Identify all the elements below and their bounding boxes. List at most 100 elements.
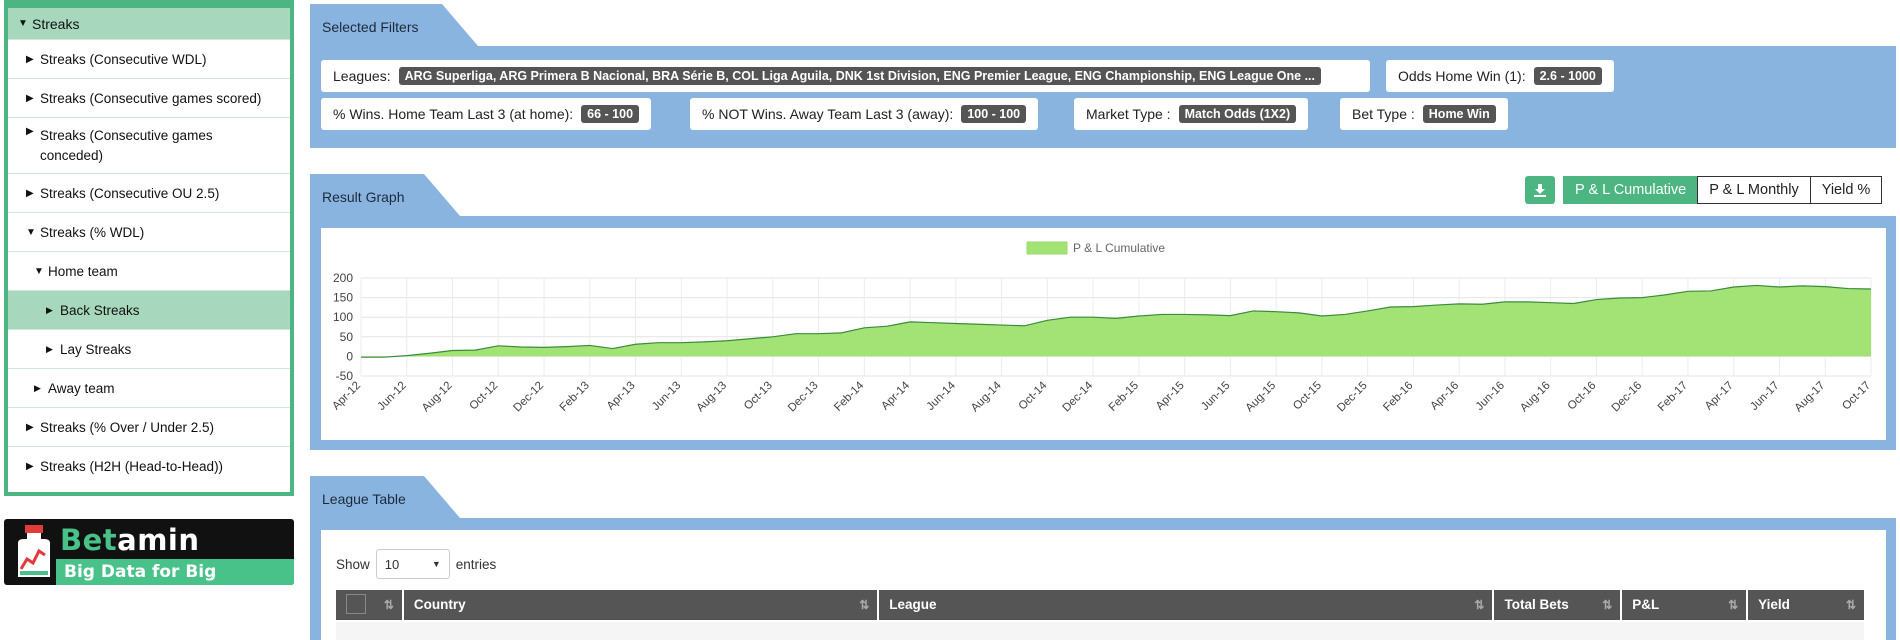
table-row[interactable]: [336, 622, 1864, 640]
x-tick-label: Jun-14: [925, 379, 959, 413]
caret-down-icon: ▼: [26, 226, 36, 238]
x-tick-label: Aug-17: [1793, 380, 1828, 415]
filter-label: % NOT Wins. Away Team Last 3 (away):: [702, 106, 954, 122]
sidebar-item-label: Streaks (Consecutive OU 2.5): [40, 185, 220, 201]
betamin-builder-logo[interactable]: Betamin Builder Big Data for Big Winners: [4, 519, 294, 585]
column-header-label: Country: [413, 597, 466, 612]
pl-monthly-button[interactable]: P & L Monthly: [1697, 176, 1811, 204]
x-tick-label: Dec-14: [1061, 379, 1096, 414]
x-tick-label: Feb-14: [832, 379, 867, 414]
y-tick-label: 200: [333, 271, 353, 285]
entries-select[interactable]: 10 ▼: [375, 549, 450, 579]
sort-icon: ⇅: [859, 598, 870, 612]
sidebar-header-streaks[interactable]: ▼ Streaks: [8, 0, 290, 40]
result-graph-panel: P & L Cumulative -50 0 50 100 150 200 Apr-12 Jun…: [310, 216, 1896, 450]
legend-label: P & L Cumulative: [1073, 241, 1165, 255]
show-label: Show: [336, 556, 370, 572]
sidebar-header-label: Streaks: [32, 15, 80, 32]
sort-icon: ⇅: [1728, 598, 1739, 612]
bottle-chart-icon: [18, 525, 50, 577]
caret-right-icon: ▶: [26, 53, 34, 65]
sidebar-item-label: Streaks (Consecutive WDL): [40, 51, 207, 67]
sidebar-item-over-under[interactable]: ▶ Streaks (% Over / Under 2.5): [8, 408, 290, 447]
league-table-tab: League Table: [310, 476, 460, 518]
filter-chip-bet-type: Bet Type : Home Win: [1340, 98, 1508, 130]
caret-right-icon: ▶: [34, 382, 41, 393]
sidebar-item-percent-wdl[interactable]: ▼ Streaks (% WDL): [8, 213, 290, 252]
pl-cumulative-button[interactable]: P & L Cumulative: [1563, 176, 1699, 204]
filter-label: Market Type :: [1086, 106, 1171, 122]
x-tick-label: Oct-15: [1291, 380, 1324, 413]
sidebar-item-label: Streaks (% Over / Under 2.5): [40, 419, 215, 435]
selected-filters-panel: Leagues: ARG Superliga, ARG Primera B Na…: [310, 46, 1896, 148]
y-tick-label: 150: [333, 291, 353, 305]
sidebar-item-label: Streaks (Consecutive games conceded): [40, 127, 213, 163]
x-tick-label: Dec-13: [786, 380, 821, 415]
pl-area: [361, 285, 1871, 358]
chart-container: P & L Cumulative -50 0 50 100 150 200 Apr-12 Jun…: [321, 228, 1886, 440]
sidebar-item-lay-streaks[interactable]: ▶ Lay Streaks: [8, 330, 290, 369]
filter-value: 2.6 - 1000: [1533, 67, 1602, 85]
column-header-total-bets[interactable]: Total Bets ⇅: [1494, 590, 1621, 620]
sidebar-item-back-streaks[interactable]: ▶ Back Streaks: [8, 291, 290, 330]
caret-down-icon: ▼: [18, 18, 28, 29]
logo-tagline: Big Data for Big Winners: [56, 559, 294, 585]
x-tick-label: Jun-15: [1199, 380, 1232, 413]
column-header-country[interactable]: Country ⇅: [403, 590, 878, 620]
x-tick-label: Apr-14: [879, 379, 912, 412]
caret-right-icon: ▶: [26, 187, 34, 199]
league-table-header: ⇅ Country ⇅ League ⇅ Total Bets ⇅ P&L ⇅ …: [336, 590, 1864, 620]
x-tick-label: Oct-17: [1840, 380, 1873, 413]
sidebar-item-label: Streaks (% WDL): [40, 224, 145, 240]
x-tick-label: Dec-15: [1335, 380, 1370, 415]
column-header-yield[interactable]: Yield ⇅: [1748, 590, 1864, 620]
x-tick-label: Aug-16: [1518, 380, 1553, 415]
selected-filters-title: Selected Filters: [322, 19, 419, 35]
x-tick-label: Apr-13: [605, 380, 638, 413]
column-header-league[interactable]: League ⇅: [879, 590, 1493, 620]
filter-label: Bet Type :: [1352, 106, 1415, 122]
sidebar-item-consecutive-ou[interactable]: ▶ Streaks (Consecutive OU 2.5): [8, 174, 290, 213]
sidebar-item-consecutive-wdl[interactable]: ▶ Streaks (Consecutive WDL): [8, 40, 290, 79]
caret-down-icon: ▼: [431, 559, 441, 569]
filter-chip-market-type: Market Type : Match Odds (1X2): [1074, 98, 1309, 130]
x-tick-label: Dec-12: [511, 380, 546, 415]
filter-value: ARG Superliga, ARG Primera B Nacional, B…: [398, 67, 1321, 85]
sidebar-item-h2h[interactable]: ▶ Streaks (H2H (Head-to-Head)): [8, 447, 290, 486]
caret-down-icon: ▼: [34, 265, 44, 277]
x-tick-label: Feb-13: [558, 380, 592, 414]
filter-chip-home-wins: % Wins. Home Team Last 3 (at home): 66 -…: [321, 98, 652, 130]
column-header-pl[interactable]: P&L ⇅: [1622, 590, 1747, 620]
sidebar-item-away-team[interactable]: ▶ Away team: [8, 369, 290, 408]
yield-button[interactable]: Yield %: [1809, 176, 1883, 204]
sort-icon: ⇅: [1602, 598, 1613, 612]
x-tick-label: Oct-14: [1017, 379, 1050, 412]
legend-swatch: [1026, 241, 1068, 255]
caret-right-icon: ▶: [46, 304, 53, 315]
caret-right-icon: ▶: [26, 126, 34, 137]
league-table-title: League Table: [322, 491, 406, 507]
sidebar-item-home-team[interactable]: ▼ Home team: [8, 252, 290, 291]
sort-icon: ⇅: [1474, 598, 1485, 612]
y-tick-label: 100: [333, 310, 353, 324]
sidebar-item-consecutive-scored[interactable]: ▶ Streaks (Consecutive games scored): [8, 79, 290, 118]
select-all-checkbox[interactable]: [346, 594, 366, 615]
entries-select-value: 10: [384, 556, 400, 572]
sidebar-item-consecutive-conceded[interactable]: ▶ Streaks (Consecutive games conceded): [8, 118, 290, 174]
caret-right-icon: ▶: [26, 461, 34, 472]
x-tick-label: Aug-14: [969, 379, 1004, 414]
download-button[interactable]: [1525, 176, 1555, 204]
x-tick-label: Feb-15: [1107, 380, 1141, 414]
sort-icon: ⇅: [1845, 598, 1856, 612]
x-tick-label: Feb-17: [1656, 380, 1690, 414]
y-tick-label: -50: [336, 369, 354, 383]
x-tick-label: Apr-12: [330, 380, 363, 413]
entries-label: entries: [455, 556, 497, 572]
select-all-header[interactable]: ⇅: [336, 590, 402, 620]
filter-label: Odds Home Win (1):: [1398, 68, 1526, 84]
x-tick-label: Feb-16: [1381, 380, 1415, 414]
column-header-label: Yield: [1758, 597, 1790, 612]
x-tick-label: Oct-12: [468, 380, 501, 413]
filter-chip-leagues: Leagues: ARG Superliga, ARG Primera B Na…: [321, 60, 1370, 92]
x-tick-label: Apr-17: [1703, 380, 1736, 413]
